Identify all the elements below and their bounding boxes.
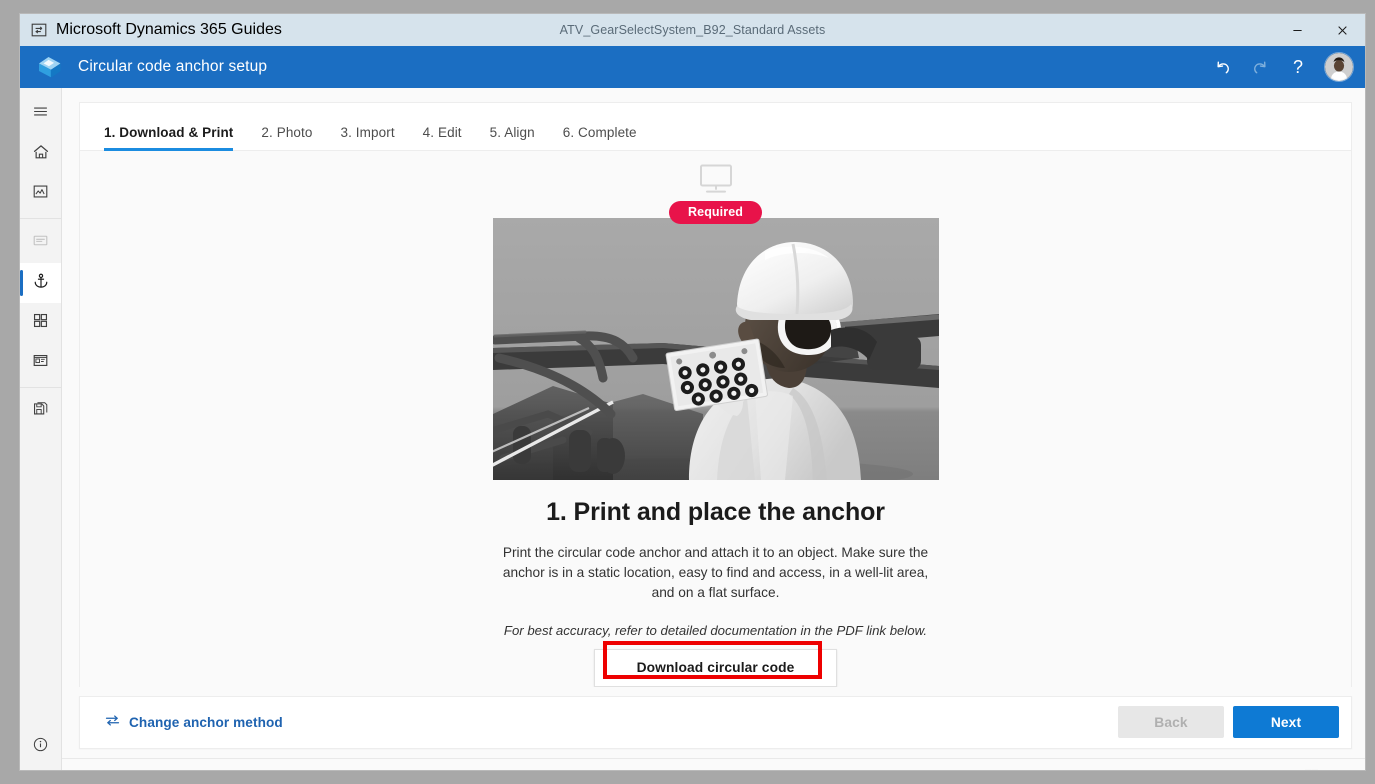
avatar[interactable] — [1325, 53, 1353, 81]
swap-arrows-icon — [104, 712, 121, 732]
undo-arrow-icon[interactable] — [1205, 50, 1239, 84]
grid-view-icon[interactable] — [1303, 768, 1320, 770]
sidebar-item-anchor[interactable] — [20, 263, 61, 303]
rail-divider — [20, 218, 61, 219]
change-anchor-method-label: Change anchor method — [129, 714, 283, 730]
wizard-card: 1. Download & Print 2. Photo 3. Import 4… — [79, 102, 1352, 151]
badge-zone: Required — [669, 163, 762, 224]
step-note: For best accuracy, refer to detailed doc… — [503, 622, 928, 638]
title-bar-left: Microsoft Dynamics 365 Guides — [20, 21, 282, 39]
download-button-wrapper: Download circular code — [593, 640, 838, 687]
command-bar: Circular code anchor setup ? — [20, 46, 1365, 88]
wizard-footer: Change anchor method Back Next — [79, 695, 1352, 749]
tab-photo[interactable]: 2. Photo — [247, 124, 326, 151]
close-button[interactable] — [1320, 14, 1365, 46]
tab-label: 5. Align — [489, 124, 535, 140]
tab-label: 4. Edit — [422, 124, 462, 140]
hamburger-menu-icon — [32, 103, 49, 125]
sidebar-item-outline — [20, 223, 61, 263]
tab-label: 3. Import — [340, 124, 395, 140]
left-rail — [20, 88, 62, 770]
main-region: 1. Download & Print 2. Photo 3. Import 4… — [62, 88, 1365, 770]
app-name: Microsoft Dynamics 365 Guides — [56, 21, 282, 38]
desktop-monitor-icon — [696, 163, 736, 200]
sidebar-item-steps-grid[interactable] — [20, 303, 61, 343]
home-icon — [32, 143, 50, 166]
dynamics-guides-logo-icon — [36, 54, 64, 80]
redo-arrow-icon — [1243, 50, 1277, 84]
main-content: 1. Download & Print 2. Photo 3. Import 4… — [62, 88, 1365, 687]
tab-complete[interactable]: 6. Complete — [549, 124, 651, 151]
minimize-button[interactable] — [1275, 14, 1320, 46]
window-controls — [1275, 14, 1365, 46]
status-badge-label: Required — [688, 205, 743, 219]
screen: Microsoft Dynamics 365 Guides ATV_GearSe… — [0, 0, 1375, 784]
sidebar-item-save-copy[interactable] — [20, 392, 61, 432]
save-copy-icon — [32, 401, 49, 423]
step-title: 1. Print and place the anchor — [546, 498, 885, 526]
document-lines-icon — [32, 232, 49, 254]
sidebar-item-info[interactable] — [20, 730, 61, 770]
tab-edit[interactable]: 4. Edit — [409, 124, 476, 151]
step-content-pane: Required 1. Print and place the anchor P… — [79, 151, 1352, 687]
tab-import[interactable]: 3. Import — [327, 124, 409, 151]
image-chart-icon — [32, 183, 49, 205]
command-bar-left: Circular code anchor setup — [20, 54, 267, 80]
step-description: Print the circular code anchor and attac… — [502, 545, 929, 600]
tab-label: 1. Download & Print — [104, 124, 234, 140]
tab-label: 6. Complete — [562, 124, 637, 140]
app-window: Microsoft Dynamics 365 Guides ATV_GearSe… — [20, 14, 1365, 770]
status-bar — [62, 757, 1365, 770]
title-bar: Microsoft Dynamics 365 Guides ATV_GearSe… — [20, 14, 1365, 46]
help-label: ? — [1292, 57, 1303, 77]
media-card-icon — [32, 352, 49, 374]
sidebar-item-media-card[interactable] — [20, 343, 61, 383]
tab-align[interactable]: 5. Align — [476, 124, 549, 151]
body: 1. Download & Print 2. Photo 3. Import 4… — [20, 88, 1365, 770]
tab-label: 2. Photo — [261, 124, 313, 140]
card-view-icon[interactable] — [1334, 768, 1351, 770]
status-badge: Required — [669, 201, 762, 224]
download-circular-code-button[interactable]: Download circular code — [593, 648, 838, 687]
back-button: Back — [1118, 706, 1224, 739]
next-button[interactable]: Next — [1233, 706, 1339, 739]
anchor-icon — [32, 272, 50, 295]
command-bar-right: ? — [1205, 46, 1353, 88]
wizard-tabs: 1. Download & Print 2. Photo 3. Import 4… — [80, 103, 1351, 151]
rail-spacer — [20, 432, 61, 730]
change-anchor-method-link[interactable]: Change anchor method — [104, 712, 283, 732]
grid-four-squares-icon — [32, 312, 49, 334]
sidebar-item-home[interactable] — [20, 134, 61, 174]
help-icon[interactable]: ? — [1281, 50, 1315, 84]
sidebar-item-analytics[interactable] — [20, 174, 61, 214]
sidebar-item-menu-toggle[interactable] — [20, 94, 61, 134]
rail-divider-2 — [20, 387, 61, 388]
info-circle-icon — [32, 736, 49, 758]
hero-illustration — [492, 218, 939, 480]
tab-download-print[interactable]: 1. Download & Print — [104, 124, 247, 151]
page-title: Circular code anchor setup — [78, 58, 268, 75]
dynamics-guides-icon — [31, 22, 47, 38]
